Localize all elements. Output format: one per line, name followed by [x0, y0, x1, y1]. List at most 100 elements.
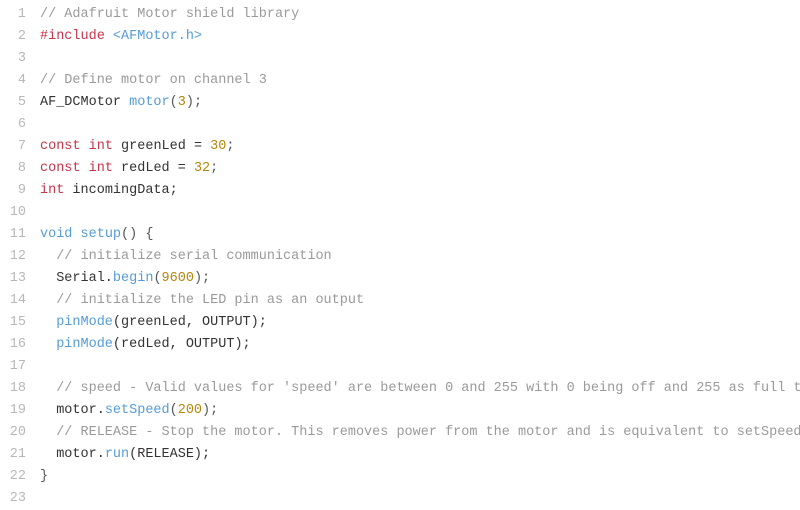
code-line [40, 114, 800, 136]
code-line: // Define motor on channel 3 [40, 70, 800, 92]
token [40, 315, 56, 330]
token: ); [186, 95, 202, 110]
code-line: // initialize the LED pin as an output [40, 290, 800, 312]
token: run [105, 447, 129, 462]
token: ( [170, 403, 178, 418]
code-line: const int greenLed = 30; [40, 136, 800, 158]
line-number: 12 [0, 246, 26, 268]
token: motor. [40, 403, 105, 418]
token: <AFMotor.h> [113, 29, 202, 44]
token: Serial. [40, 271, 113, 286]
code-line: Serial.begin(9600); [40, 268, 800, 290]
token: pinMode [56, 337, 113, 352]
token [81, 139, 89, 154]
token: pinMode [56, 315, 113, 330]
token: motor. [40, 447, 105, 462]
token: ( [153, 271, 161, 286]
code-line: pinMode(greenLed, OUTPUT); [40, 312, 800, 334]
token: begin [113, 271, 154, 286]
token [105, 29, 113, 44]
code-line: #include <AFMotor.h> [40, 26, 800, 48]
token: greenLed = [113, 139, 210, 154]
code-line: // speed - Valid values for 'speed' are … [40, 378, 800, 400]
line-number: 8 [0, 158, 26, 180]
token: ); [202, 403, 218, 418]
token [81, 161, 89, 176]
code-line [40, 48, 800, 70]
token: 3 [178, 95, 186, 110]
token: (redLed, OUTPUT); [113, 337, 251, 352]
code-line: } [40, 466, 800, 488]
token: const [40, 161, 81, 176]
token [72, 227, 80, 242]
token: 9600 [162, 271, 194, 286]
token: 30 [210, 139, 226, 154]
code-line: const int redLed = 32; [40, 158, 800, 180]
code-line: motor.run(RELEASE); [40, 444, 800, 466]
line-number: 21 [0, 444, 26, 466]
token: } [40, 469, 48, 484]
code-line: AF_DCMotor motor(3); [40, 92, 800, 114]
token: (greenLed, OUTPUT); [113, 315, 267, 330]
token: setSpeed [105, 403, 170, 418]
token: void [40, 227, 72, 242]
token: redLed = [113, 161, 194, 176]
line-number: 10 [0, 202, 26, 224]
line-number: 18 [0, 378, 26, 400]
token: incomingData; [64, 183, 177, 198]
line-number-gutter: 1234567891011121314151617181920212223 [0, 4, 40, 510]
token [40, 249, 56, 264]
line-number: 20 [0, 422, 26, 444]
token: 32 [194, 161, 210, 176]
token: int [89, 161, 113, 176]
token: 200 [178, 403, 202, 418]
token: ; [226, 139, 234, 154]
code-area: // Adafruit Motor shield library #include… [40, 4, 800, 510]
token [40, 425, 56, 440]
code-line [40, 202, 800, 224]
line-number: 22 [0, 466, 26, 488]
line-number: 14 [0, 290, 26, 312]
line-number: 3 [0, 48, 26, 70]
token: // initialize the LED pin as an output [56, 293, 364, 308]
token: // RELEASE - Stop the motor. This remove… [56, 425, 800, 440]
line-number: 9 [0, 180, 26, 202]
line-number: 15 [0, 312, 26, 334]
line-number: 5 [0, 92, 26, 114]
token: // Adafruit Motor shield library [40, 7, 299, 22]
code-line: pinMode(redLed, OUTPUT); [40, 334, 800, 356]
token: setup [81, 227, 122, 242]
token: // initialize serial communication [56, 249, 331, 264]
line-number: 7 [0, 136, 26, 158]
token: () { [121, 227, 153, 242]
token: ; [210, 161, 218, 176]
token: ( [170, 95, 178, 110]
line-number: 6 [0, 114, 26, 136]
token: motor [129, 95, 170, 110]
line-number: 2 [0, 26, 26, 48]
code-line: motor.setSpeed(200); [40, 400, 800, 422]
token: AF_DCMotor [40, 95, 129, 110]
token: ); [194, 271, 210, 286]
code-line: // initialize serial communication [40, 246, 800, 268]
token: const [40, 139, 81, 154]
line-number: 17 [0, 356, 26, 378]
token: // Define motor on channel 3 [40, 73, 267, 88]
code-line [40, 356, 800, 378]
line-number: 11 [0, 224, 26, 246]
token: int [89, 139, 113, 154]
token [40, 337, 56, 352]
line-number: 19 [0, 400, 26, 422]
line-number: 1 [0, 4, 26, 26]
code-line: int incomingData; [40, 180, 800, 202]
token: #include [40, 29, 105, 44]
line-number: 4 [0, 70, 26, 92]
line-number: 13 [0, 268, 26, 290]
code-line: // Adafruit Motor shield library [40, 4, 800, 26]
token: int [40, 183, 64, 198]
token [40, 381, 56, 396]
code-line: void setup() { [40, 224, 800, 246]
token: // speed - Valid values for 'speed' are … [56, 381, 800, 396]
token: (RELEASE); [129, 447, 210, 462]
token [40, 293, 56, 308]
